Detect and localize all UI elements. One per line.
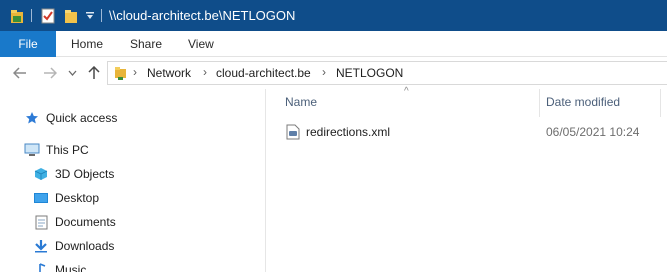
customize-dropdown-icon[interactable] <box>84 8 96 24</box>
document-icon <box>33 214 49 230</box>
sidebar-item-3d-objects[interactable]: 3D Objects <box>33 163 114 185</box>
tab-share[interactable]: Share <box>130 31 162 57</box>
sidebar-item-quick-access[interactable]: Quick access <box>24 107 117 129</box>
tab-home[interactable]: Home <box>71 31 103 57</box>
folder-icon[interactable] <box>9 8 25 24</box>
navigation-pane: Quick access This PC 3D Objects Desktop … <box>0 89 265 272</box>
address-bar[interactable]: › Network › cloud-architect.be › NETLOGO… <box>107 61 667 85</box>
chevron-down-icon[interactable] <box>65 63 79 83</box>
file-list: ^ Name Date modified redirections.xml 06… <box>266 86 667 272</box>
window-title: \\cloud-architect.be\NETLOGON <box>109 8 296 23</box>
column-divider[interactable] <box>539 89 540 117</box>
sidebar-item-music[interactable]: Music <box>33 259 86 272</box>
xml-file-icon <box>286 124 300 140</box>
star-icon <box>24 110 40 126</box>
sidebar-item-label: 3D Objects <box>55 167 115 181</box>
tab-view[interactable]: View <box>188 31 214 57</box>
sidebar-item-label: Desktop <box>55 191 100 205</box>
column-header-name[interactable]: Name <box>285 95 317 109</box>
properties-icon[interactable] <box>40 8 56 24</box>
sidebar-item-label: Downloads <box>55 239 115 253</box>
sidebar-item-label: Music <box>55 263 87 272</box>
title-bar: \\cloud-architect.be\NETLOGON <box>0 0 667 31</box>
navigation-bar: › Network › cloud-architect.be › NETLOGO… <box>0 57 667 89</box>
tab-file[interactable]: File <box>0 31 56 57</box>
back-arrow-icon[interactable] <box>10 63 30 83</box>
column-divider[interactable] <box>660 89 661 117</box>
breadcrumb-netlogon[interactable]: NETLOGON <box>336 66 403 80</box>
up-arrow-icon[interactable] <box>84 63 104 83</box>
breadcrumb-separator-icon: › <box>322 65 326 79</box>
breadcrumb-separator-icon: › <box>203 65 207 79</box>
file-name: redirections.xml <box>306 125 391 139</box>
sidebar-item-desktop[interactable]: Desktop <box>33 187 99 209</box>
sidebar-item-downloads[interactable]: Downloads <box>33 235 114 257</box>
computer-icon <box>24 142 40 158</box>
forward-arrow-icon[interactable] <box>40 63 60 83</box>
desktop-icon <box>33 190 49 206</box>
breadcrumb-separator-icon: › <box>133 65 137 79</box>
sidebar-item-label: This PC <box>46 143 89 157</box>
ribbon: File Home Share View <box>0 31 667 57</box>
network-folder-icon <box>114 66 127 84</box>
breadcrumb-cloud-architect[interactable]: cloud-architect.be <box>216 66 311 80</box>
sort-ascending-icon: ^ <box>404 86 409 97</box>
sidebar-item-label: Quick access <box>46 111 118 125</box>
sidebar-item-label: Documents <box>55 215 116 229</box>
download-icon <box>33 238 49 254</box>
cube-icon <box>33 166 49 182</box>
breadcrumb-network[interactable]: Network <box>147 66 191 80</box>
new-folder-icon[interactable] <box>63 8 79 24</box>
file-date-modified: 06/05/2021 10:24 <box>546 125 640 139</box>
sidebar-item-this-pc[interactable]: This PC <box>24 139 89 161</box>
column-header-date-modified[interactable]: Date modified <box>546 95 620 109</box>
music-icon <box>33 262 49 272</box>
table-row[interactable]: redirections.xml 06/05/2021 10:24 <box>280 121 667 143</box>
sidebar-item-documents[interactable]: Documents <box>33 211 116 233</box>
